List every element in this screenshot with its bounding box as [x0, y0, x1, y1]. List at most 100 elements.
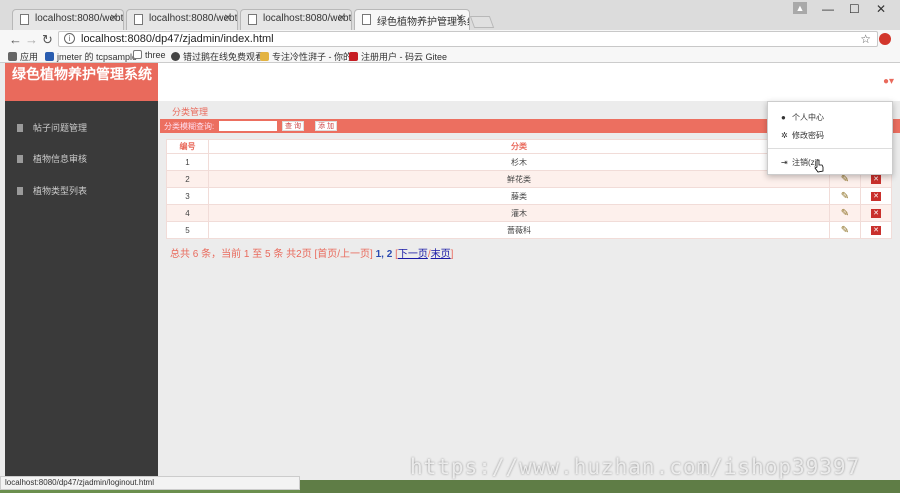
- cell-id: 2: [166, 170, 209, 188]
- browser-tab-2[interactable]: localhost:8080/webto ✕: [126, 9, 238, 30]
- close-window-icon[interactable]: ✕: [876, 2, 886, 16]
- gear-icon: ✲: [781, 131, 788, 140]
- delete-icon[interactable]: ✕: [871, 192, 881, 201]
- menu-item-change-password[interactable]: ✲ 修改密码: [781, 130, 824, 141]
- table-row: 3 藤类 ✎ ✕: [166, 187, 892, 205]
- app-title: 绿色植物养护管理系统: [5, 63, 158, 101]
- cell-category: 杉木: [208, 153, 830, 171]
- browser-tab-3[interactable]: localhost:8080/webto ✕: [240, 9, 352, 30]
- cell-edit: ✎: [829, 221, 861, 239]
- status-bar: localhost:8080/dp47/zjadmin/loginout.htm…: [0, 476, 300, 490]
- user-dropdown-menu: ● 个人中心 ✲ 修改密码 ⇥ 注销(zj): [767, 101, 893, 175]
- menu-item-profile[interactable]: ● 个人中心: [781, 112, 824, 123]
- cell-edit: ✎: [829, 204, 861, 222]
- apps-icon: [8, 52, 17, 61]
- delete-icon[interactable]: ✕: [871, 209, 881, 218]
- search-label: 分类模糊查询:: [164, 122, 215, 131]
- cell-category: 灌木: [208, 204, 830, 222]
- page-icon: [362, 14, 371, 25]
- pager-first-prev: [首页/上一页]: [314, 249, 373, 260]
- close-icon[interactable]: ✕: [224, 13, 232, 24]
- column-header-category: 分类: [208, 139, 830, 154]
- logout-icon: ⇥: [781, 158, 788, 167]
- pager-page-2[interactable]: 2: [387, 249, 393, 260]
- cell-delete: ✕: [860, 204, 892, 222]
- extension-icon[interactable]: [879, 33, 891, 45]
- taskbar-strip: [300, 480, 900, 493]
- maximize-icon[interactable]: ☐: [849, 2, 860, 16]
- bookmark-movie[interactable]: 错过鹅在线免费观看: [171, 50, 264, 63]
- address-row: ← → ↻ i localhost:8080/dp47/zjadmin/inde…: [0, 30, 900, 48]
- close-icon[interactable]: ✕: [110, 13, 118, 24]
- column-header-id: 编号: [166, 139, 209, 154]
- page-icon: [248, 14, 257, 25]
- breadcrumb: 分类管理: [172, 107, 209, 117]
- delete-icon[interactable]: ✕: [871, 175, 881, 184]
- user-menu-toggle[interactable]: ●▾: [883, 76, 894, 87]
- search-input[interactable]: [219, 121, 277, 131]
- sidebar-item-label: 植物类型列表: [33, 186, 88, 196]
- sidebar-item-plant-types[interactable]: 植物类型列表: [5, 181, 158, 201]
- star-icon[interactable]: ☆: [860, 32, 871, 46]
- new-tab-button[interactable]: [469, 16, 495, 28]
- pencil-icon[interactable]: ✎: [841, 225, 849, 236]
- watermark: https://www.huzhan.com/ishop39397: [410, 455, 861, 479]
- cell-category: 藤类: [208, 187, 830, 205]
- profile-icon[interactable]: ▲: [793, 2, 807, 14]
- pencil-icon[interactable]: ✎: [841, 208, 849, 219]
- bookmark-gitee[interactable]: 注册用户 - 码云 Gitee: [349, 50, 447, 63]
- browser-tab-1[interactable]: localhost:8080/webto ✕: [12, 9, 124, 30]
- file-icon: [17, 155, 23, 163]
- browser-tab-active[interactable]: 绿色植物养护管理系统 ✕: [354, 9, 470, 30]
- query-button[interactable]: 查 询: [282, 121, 304, 131]
- pencil-icon[interactable]: ✎: [841, 174, 849, 185]
- reload-icon[interactable]: ↻: [42, 32, 53, 48]
- cell-id: 3: [166, 187, 209, 205]
- close-icon[interactable]: ✕: [456, 13, 464, 24]
- pager-summary: 总共 6 条，当前 1 至 5 条 共2页: [170, 249, 312, 260]
- file-icon: [17, 124, 23, 132]
- sidebar-item-posts[interactable]: 帖子问题管理: [5, 118, 158, 138]
- pager-next-link[interactable]: 下一页: [398, 249, 428, 260]
- bookmark-three[interactable]: three: [133, 50, 166, 60]
- forward-icon[interactable]: →: [25, 32, 38, 47]
- cell-delete: ✕: [860, 187, 892, 205]
- cell-id: 1: [166, 153, 209, 171]
- pagination: 总共 6 条，当前 1 至 5 条 共2页 [首页/上一页] 1, 2 [下一页…: [170, 249, 454, 260]
- user-icon: ●: [781, 113, 786, 122]
- bookmark-jmeter[interactable]: jmeter 的 tcpsample: [45, 50, 137, 63]
- delete-icon[interactable]: ✕: [871, 226, 881, 235]
- address-bar[interactable]: i localhost:8080/dp47/zjadmin/index.html…: [58, 31, 878, 47]
- pager-page-1: 1,: [375, 249, 384, 260]
- table-row: 4 灌木 ✎ ✕: [166, 204, 892, 222]
- title-bar: localhost:8080/webto ✕ localhost:8080/we…: [0, 0, 900, 30]
- menu-divider: [768, 148, 892, 149]
- cell-id: 5: [166, 221, 209, 239]
- sidebar-item-plant-review[interactable]: 植物信息审核: [5, 149, 158, 169]
- app-page: 绿色植物养护管理系统 ●▾ 帖子问题管理 植物信息审核 植物类型列表 分类管理 …: [0, 63, 900, 480]
- hand-cursor-icon: [814, 159, 824, 173]
- url-text[interactable]: localhost:8080/dp47/zjadmin/index.html: [81, 33, 274, 45]
- cell-edit: ✎: [829, 187, 861, 205]
- film-icon: [171, 52, 180, 61]
- cell-category: 鲜花类: [208, 170, 830, 188]
- bookmark-folder[interactable]: 专注冷性湃子 - 你的: [260, 50, 352, 63]
- cell-delete: ✕: [860, 221, 892, 239]
- folder-icon: [260, 52, 269, 61]
- minimize-icon[interactable]: —: [822, 2, 834, 16]
- sidebar-item-label: 帖子问题管理: [33, 123, 88, 133]
- back-icon[interactable]: ←: [9, 32, 22, 47]
- browser-chrome: localhost:8080/webto ✕ localhost:8080/we…: [0, 0, 900, 63]
- pencil-icon[interactable]: ✎: [841, 191, 849, 202]
- add-button[interactable]: 添 加: [315, 121, 337, 131]
- doc-icon: [133, 50, 142, 59]
- sidebar-item-label: 植物信息审核: [33, 154, 88, 164]
- close-icon[interactable]: ✕: [338, 13, 346, 24]
- shield-icon: [45, 52, 54, 61]
- info-icon[interactable]: i: [64, 33, 75, 44]
- bookmark-apps[interactable]: 应用: [8, 50, 38, 63]
- g-icon: [349, 52, 358, 61]
- page-icon: [134, 14, 143, 25]
- pager-last-link[interactable]: 末页: [431, 249, 451, 260]
- page-icon: [20, 14, 29, 25]
